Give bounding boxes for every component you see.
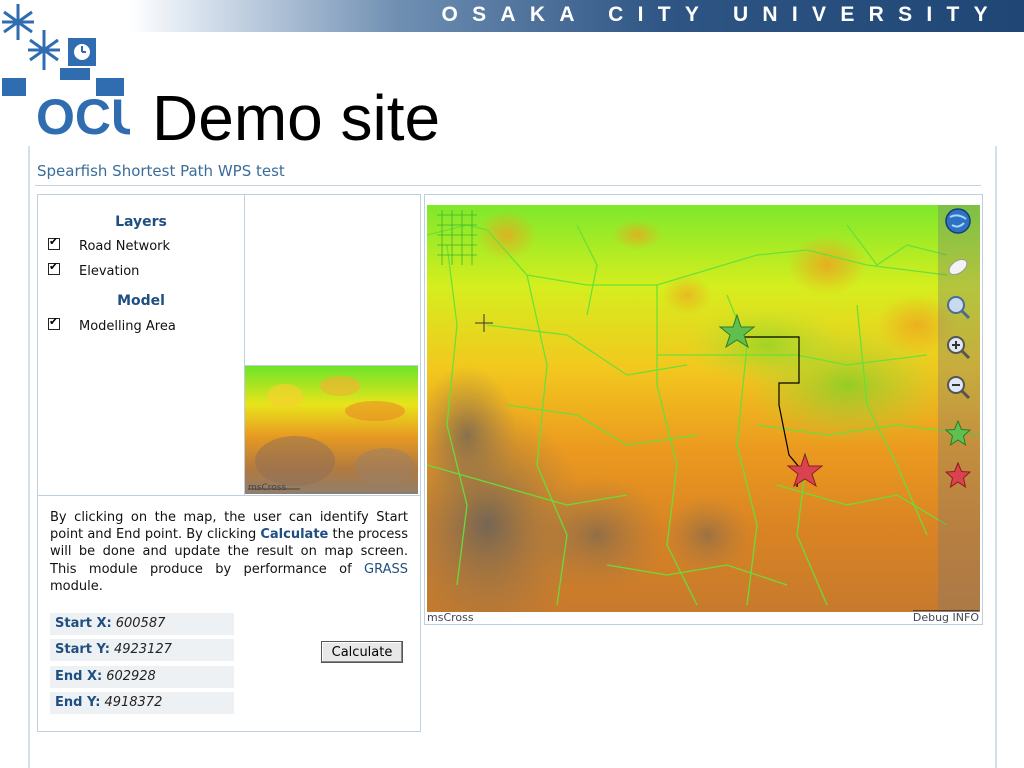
zoom-box-icon[interactable] xyxy=(944,293,972,321)
elevation-map[interactable] xyxy=(427,205,980,612)
model-heading: Model xyxy=(117,293,165,309)
overview-label: msCross xyxy=(248,483,287,493)
layers-box: Layers Road Network Elevation Model Mode… xyxy=(38,195,245,495)
ocu-logo-icon: OCU xyxy=(2,4,130,140)
globe-icon[interactable] xyxy=(944,207,972,235)
zoom-out-icon[interactable] xyxy=(944,373,972,401)
coord-label: Start X: xyxy=(55,616,112,631)
model-label: Modelling Area xyxy=(79,319,176,334)
end-y-row: End Y: 4918372 xyxy=(50,692,234,714)
map-panel: msCross Debug INFO xyxy=(424,194,983,625)
eraser-icon[interactable] xyxy=(944,253,972,281)
overview-map[interactable]: msCross xyxy=(245,365,418,494)
overview-area: msCross xyxy=(245,195,420,495)
layers-heading: Layers xyxy=(115,214,167,230)
divider xyxy=(35,185,981,186)
map-toolbar xyxy=(938,205,980,612)
divider xyxy=(38,495,420,496)
app-title: Spearfish Shortest Path WPS test xyxy=(37,162,285,180)
start-y-value: 4923127 xyxy=(113,642,172,657)
end-x-value: 602928 xyxy=(106,669,156,684)
elevation-checkbox[interactable] xyxy=(48,260,60,275)
zoom-in-icon[interactable] xyxy=(944,333,972,361)
control-panel: Layers Road Network Elevation Model Mode… xyxy=(37,194,421,732)
university-name: OSAKA CITY UNIVERSITY xyxy=(441,3,1002,26)
description-text: By clicking on the map, the user can ide… xyxy=(50,509,408,595)
layer-item-road-network[interactable]: Road Network xyxy=(48,235,171,254)
grass-link[interactable]: GRASS xyxy=(364,562,408,577)
layer-label: Elevation xyxy=(79,264,140,279)
start-y-row: Start Y: 4923127 xyxy=(50,639,234,661)
map-footer-credit: msCross xyxy=(427,611,474,624)
end-y-value: 4918372 xyxy=(104,695,163,710)
green-star-icon[interactable] xyxy=(944,419,972,447)
coord-label: End Y: xyxy=(55,695,101,710)
coord-label: Start Y: xyxy=(55,642,110,657)
layer-item-elevation[interactable]: Elevation xyxy=(48,260,140,279)
calculate-button[interactable]: Calculate xyxy=(321,641,403,663)
red-star-icon[interactable] xyxy=(944,461,972,489)
description-part: module. xyxy=(50,578,103,594)
description-keyword: Calculate xyxy=(260,527,329,543)
debug-info-link[interactable]: Debug INFO xyxy=(912,610,979,624)
road-network-checkbox[interactable] xyxy=(48,235,60,250)
start-x-value: 600587 xyxy=(115,616,166,631)
coord-label: End X: xyxy=(55,669,103,684)
layer-label: Road Network xyxy=(79,239,171,254)
svg-text:OCU: OCU xyxy=(36,89,130,140)
top-banner: OSAKA CITY UNIVERSITY xyxy=(130,0,1024,32)
model-item-modelling-area[interactable]: Modelling Area xyxy=(48,315,176,334)
start-x-row: Start X: 600587 xyxy=(50,613,234,635)
modelling-area-checkbox[interactable] xyxy=(48,315,60,330)
end-x-row: End X: 602928 xyxy=(50,666,234,688)
